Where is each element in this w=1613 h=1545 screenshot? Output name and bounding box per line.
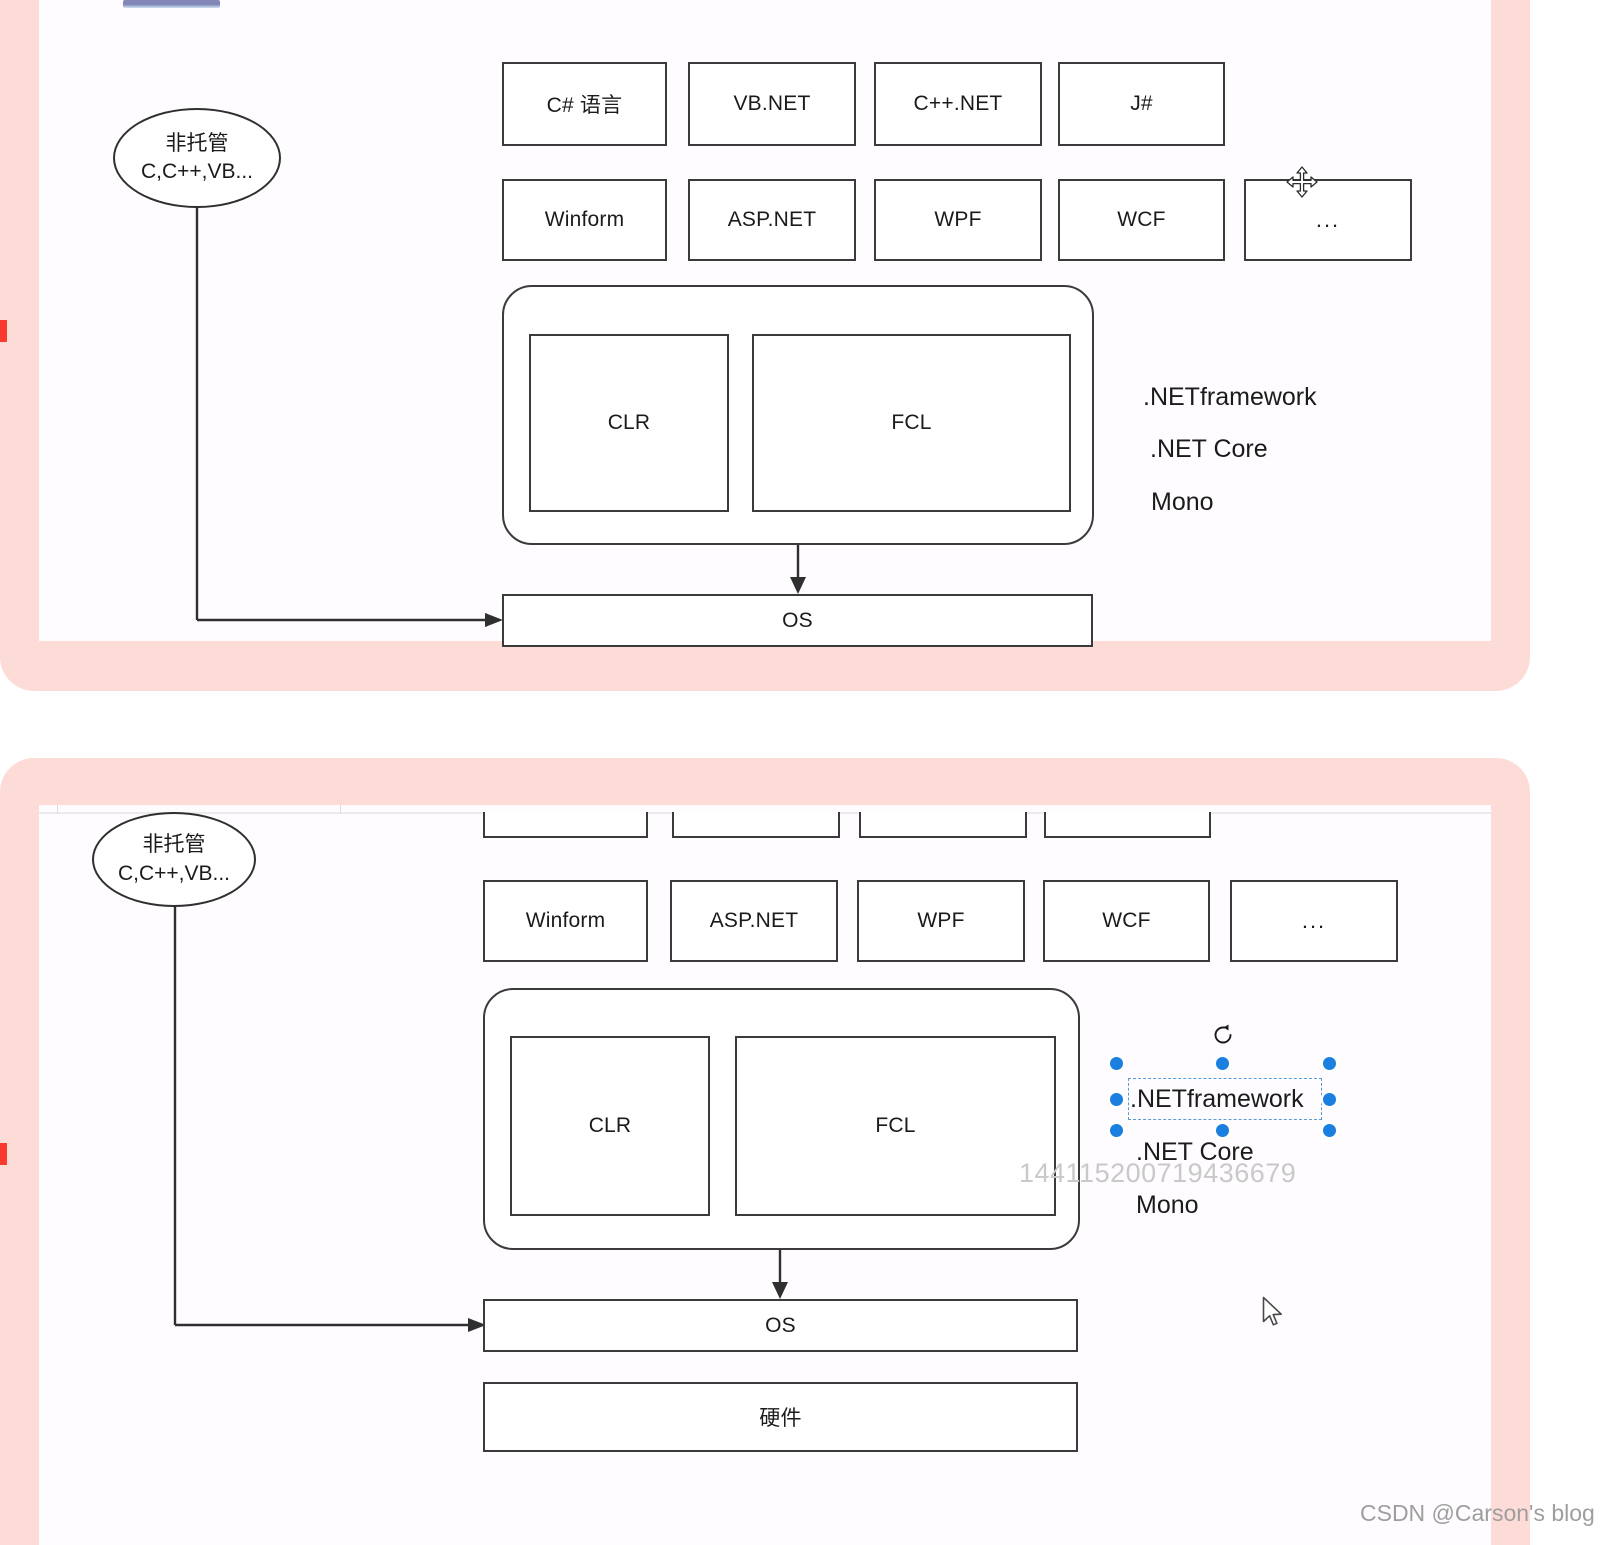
box-fcl-label: FCL [891, 411, 932, 434]
box-wpf-2[interactable]: WPF [857, 880, 1025, 962]
box-wpf-2-label: WPF [917, 909, 965, 932]
box-jsharp-2[interactable]: J# [1044, 812, 1211, 838]
box-hardware-label: 硬件 [759, 1407, 802, 1430]
arrow-cursor [1262, 1296, 1282, 1326]
selection-handle-se[interactable] [1323, 1124, 1336, 1137]
box-hardware[interactable]: 硬件 [483, 1382, 1078, 1452]
box-cppnet-label: C++.NET [913, 92, 1003, 115]
selection-handle-s[interactable] [1216, 1124, 1229, 1137]
box-aspnet[interactable]: ASP.NET [688, 179, 856, 261]
box-wcf-label: WCF [1117, 208, 1166, 231]
selection-handle-e[interactable] [1323, 1093, 1336, 1106]
box-aspnet-2[interactable]: ASP.NET [670, 880, 838, 962]
label-netcore-2-text: .NET Core [1136, 1138, 1254, 1166]
box-os-2[interactable]: OS [483, 1299, 1078, 1352]
box-clr-2-label: CLR [588, 1114, 632, 1137]
move-cursor [1286, 166, 1318, 198]
selection-handle-nw[interactable] [1110, 1057, 1123, 1070]
unmanaged-ellipse[interactable]: 非托管 C,C++,VB... [113, 108, 281, 208]
csdn-credit-text: CSDN @Carson's blog [1360, 1500, 1595, 1526]
box-jsharp-label: J# [1130, 92, 1153, 115]
selection-handle-ne[interactable] [1323, 1057, 1336, 1070]
box-clr-label: CLR [607, 411, 651, 434]
box-wpf-label: WPF [934, 208, 982, 231]
box-jsharp[interactable]: J# [1058, 62, 1225, 146]
label-netcore-text: .NET Core [1150, 435, 1268, 463]
ribbon-tab-indicator[interactable] [123, 0, 220, 8]
csdn-credit: CSDN @Carson's blog [1360, 1500, 1595, 1527]
label-netcore[interactable]: .NET Core [1150, 435, 1268, 464]
box-clr[interactable]: CLR [529, 334, 729, 512]
box-vbnet-2[interactable]: VB.NET [672, 812, 840, 838]
label-mono-text: Mono [1151, 488, 1214, 516]
screenshot-root: 非托管 C,C++,VB... C# 语言 VB.NET C++.NET J# … [0, 0, 1613, 1545]
box-winform[interactable]: Winform [502, 179, 667, 261]
unmanaged-ellipse-2[interactable]: 非托管 C,C++,VB... [92, 812, 256, 907]
box-wpf[interactable]: WPF [874, 179, 1042, 261]
edge-mark-bottom [0, 1143, 7, 1165]
unmanaged-ellipse-line2: C,C++,VB... [140, 160, 254, 183]
label-mono-2-text: Mono [1136, 1191, 1199, 1219]
unmanaged-ellipse-line1: 非托管 [165, 131, 229, 155]
unmanaged-ellipse-2-line1: 非托管 [142, 833, 206, 857]
rotate-handle-icon[interactable] [1210, 1022, 1236, 1048]
label-netframework[interactable]: .NETframework [1143, 383, 1317, 412]
box-os-label: OS [782, 608, 813, 632]
label-netframework-text: .NETframework [1143, 383, 1317, 411]
box-csharp-2[interactable]: C# 语言 [483, 812, 648, 838]
box-os[interactable]: OS [502, 594, 1093, 647]
box-wcf-2[interactable]: WCF [1043, 880, 1210, 962]
selection-handle-sw[interactable] [1110, 1124, 1123, 1137]
box-vbnet[interactable]: VB.NET [688, 62, 856, 146]
box-more[interactable]: ... [1244, 179, 1412, 261]
language-row-clipped: C# 语言 VB.NET C++.NET J# [460, 812, 1280, 872]
box-csharp[interactable]: C# 语言 [502, 62, 667, 146]
box-more-label: ... [1315, 207, 1341, 232]
label-netcore-2[interactable]: .NET Core [1136, 1138, 1254, 1167]
box-csharp-label: C# 语言 [546, 94, 623, 117]
label-netframework-2-text: .NETframework [1130, 1085, 1304, 1113]
box-aspnet-label: ASP.NET [727, 208, 817, 231]
selection-handle-n[interactable] [1216, 1057, 1229, 1070]
selection-handle-w[interactable] [1110, 1093, 1123, 1106]
box-wcf-2-label: WCF [1102, 909, 1151, 932]
box-fcl-2-label: FCL [875, 1114, 916, 1137]
box-more-2-label: ... [1301, 908, 1327, 933]
label-mono[interactable]: Mono [1151, 488, 1214, 517]
label-netframework-2[interactable]: .NETframework [1130, 1085, 1304, 1114]
canvas-guide-tick-b [340, 805, 341, 814]
box-winform-label: Winform [544, 208, 625, 231]
box-cppnet[interactable]: C++.NET [874, 62, 1042, 146]
box-more-2[interactable]: ... [1230, 880, 1398, 962]
canvas-guide-tick-a [57, 805, 58, 814]
box-wcf[interactable]: WCF [1058, 179, 1225, 261]
box-os-2-label: OS [765, 1313, 796, 1337]
box-winform-2-label: Winform [525, 909, 606, 932]
box-fcl[interactable]: FCL [752, 334, 1071, 512]
box-clr-2[interactable]: CLR [510, 1036, 710, 1216]
box-cppnet-2[interactable]: C++.NET [859, 812, 1027, 838]
box-winform-2[interactable]: Winform [483, 880, 648, 962]
label-mono-2[interactable]: Mono [1136, 1191, 1199, 1220]
box-aspnet-2-label: ASP.NET [709, 909, 799, 932]
unmanaged-ellipse-2-line2: C,C++,VB... [117, 861, 231, 885]
box-vbnet-label: VB.NET [733, 92, 811, 115]
edge-mark-top [0, 320, 7, 342]
box-fcl-2[interactable]: FCL [735, 1036, 1056, 1216]
